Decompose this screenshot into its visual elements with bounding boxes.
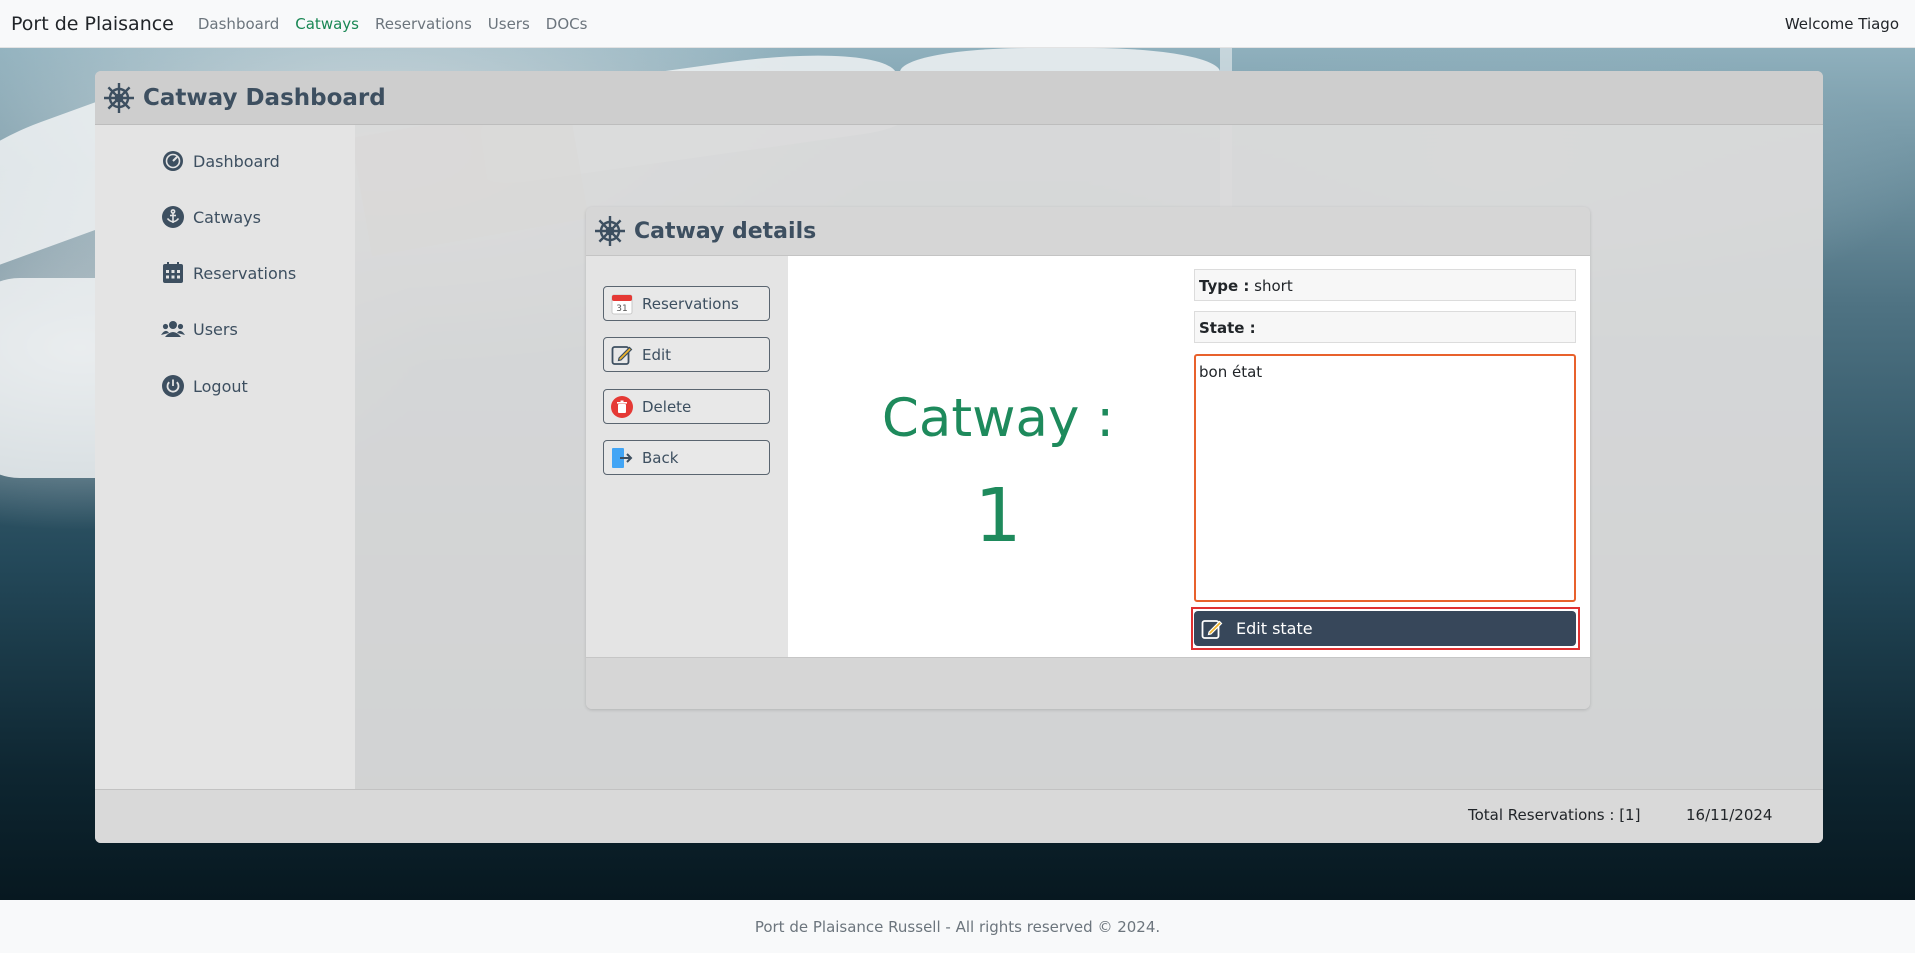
dashboard-gauge-icon: [161, 149, 185, 173]
details-title: Catway details: [634, 218, 817, 244]
nav-link-reservations[interactable]: Reservations: [375, 15, 472, 33]
total-reservations: Total Reservations : [1]: [1468, 806, 1641, 824]
edit-state-button[interactable]: Edit state: [1194, 611, 1576, 646]
sidebar-item-label: Dashboard: [193, 151, 280, 171]
details-header: Catway details: [586, 207, 1590, 256]
edit-button[interactable]: Edit: [603, 337, 770, 372]
back-button-label: Back: [642, 448, 679, 467]
anchor-icon: [161, 205, 185, 229]
type-field: Type : short: [1194, 269, 1576, 301]
details-action-menu: 31 Reservations Edit Delete Back: [586, 256, 788, 657]
nav-link-catways[interactable]: Catways: [295, 15, 359, 33]
sidebar-item-label: Reservations: [193, 263, 297, 283]
sidebar-item-users[interactable]: Users: [161, 317, 238, 341]
dashboard-header: Catway Dashboard: [95, 71, 1823, 125]
dashboard-title: Catway Dashboard: [143, 84, 386, 111]
sidebar-item-reservations[interactable]: Reservations: [161, 261, 296, 285]
sidebar-item-logout[interactable]: Logout: [161, 374, 248, 398]
brand-name[interactable]: Port de Plaisance: [11, 13, 174, 35]
nav-link-users[interactable]: Users: [488, 15, 530, 33]
page-footer: Port de Plaisance Russell - All rights r…: [0, 900, 1915, 953]
nav-link-dashboard[interactable]: Dashboard: [198, 15, 279, 33]
back-button[interactable]: Back: [603, 440, 770, 475]
state-field: State :: [1194, 311, 1576, 343]
current-date: 16/11/2024: [1686, 806, 1773, 824]
edit-state-button-label: Edit state: [1236, 619, 1313, 638]
calendar-icon: 31: [610, 292, 634, 316]
power-icon: [161, 374, 185, 398]
sidebar-item-label: Catways: [193, 207, 261, 227]
sidebar-item-label: Users: [193, 319, 238, 339]
dashboard-sidebar: Dashboard Catways Reservations Users Log…: [95, 125, 355, 789]
type-label: Type :: [1199, 277, 1250, 295]
type-value: short: [1254, 277, 1293, 295]
edit-button-label: Edit: [642, 345, 672, 364]
top-navbar: Port de Plaisance Dashboard Catways Rese…: [0, 0, 1915, 48]
ship-wheel-icon: [594, 215, 626, 247]
catway-details-card: Catway details 31 Reservations Edit Dele…: [586, 207, 1590, 709]
reservations-button[interactable]: 31 Reservations: [603, 286, 770, 321]
ship-wheel-icon: [103, 82, 135, 114]
state-label: State :: [1199, 319, 1256, 337]
copyright-text: Port de Plaisance Russell - All rights r…: [754, 917, 1161, 936]
calendar-grid-icon: [161, 261, 185, 285]
trash-icon: [610, 395, 634, 419]
exit-icon: [610, 446, 634, 470]
svg-text:31: 31: [616, 304, 627, 314]
state-textarea[interactable]: bon état: [1194, 354, 1576, 602]
sidebar-item-label: Logout: [193, 376, 248, 396]
reservations-button-label: Reservations: [642, 294, 739, 313]
welcome-text: Welcome Tiago: [1784, 14, 1899, 33]
delete-button-label: Delete: [642, 397, 692, 416]
sidebar-item-catways[interactable]: Catways: [161, 205, 261, 229]
dashboard-footer: Total Reservations : [1] 16/11/2024: [95, 789, 1823, 843]
edit-icon: [1200, 617, 1224, 641]
details-footer: [586, 657, 1590, 709]
nav-link-docs[interactable]: DOCs: [546, 15, 588, 33]
catway-label: Catway :: [881, 388, 1115, 449]
edit-icon: [610, 343, 634, 367]
catway-number: 1: [974, 473, 1022, 559]
details-main-panel: Catway : 1 Type : short State : bon état…: [788, 256, 1590, 657]
delete-button[interactable]: Delete: [603, 389, 770, 424]
users-icon: [161, 317, 185, 341]
sidebar-item-dashboard[interactable]: Dashboard: [161, 149, 280, 173]
